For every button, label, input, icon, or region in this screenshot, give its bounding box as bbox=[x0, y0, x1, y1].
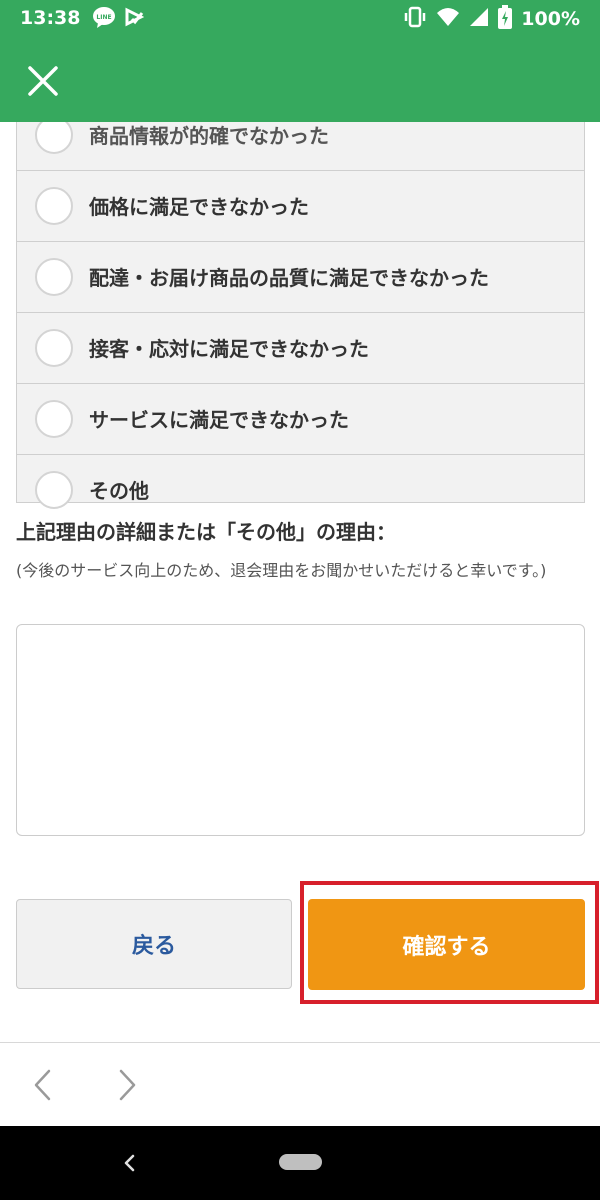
option-label: 商品情報が的確でなかった bbox=[89, 124, 329, 148]
radio-button[interactable] bbox=[35, 122, 73, 154]
option-label: 配達・お届け商品の品質に満足できなかった bbox=[89, 266, 489, 290]
close-button[interactable] bbox=[24, 62, 62, 100]
reason-options-list: 商品情報が的確でなかった 価格に満足できなかった 配達・お届け商品の品質に満足で… bbox=[16, 122, 585, 509]
back-button[interactable]: 戻る bbox=[16, 899, 292, 989]
system-nav-bar bbox=[0, 1126, 600, 1200]
detail-note: (今後のサービス向上のため、退会理由をお聞かせいただけると幸いです。) bbox=[16, 561, 547, 580]
system-icons: 100% bbox=[403, 5, 580, 33]
detail-heading: 上記理由の詳細または「その他」の理由： bbox=[16, 520, 396, 544]
reason-textarea[interactable] bbox=[16, 624, 585, 836]
option-label: サービスに満足できなかった bbox=[89, 408, 349, 432]
nav-back-button[interactable] bbox=[120, 1152, 140, 1174]
browser-forward-button[interactable] bbox=[112, 1067, 142, 1103]
vibrate-icon bbox=[403, 6, 427, 32]
option-item[interactable]: サービスに満足できなかった bbox=[17, 384, 584, 455]
app-header bbox=[0, 38, 600, 122]
close-icon bbox=[28, 66, 58, 96]
browser-toolbar bbox=[0, 1042, 600, 1126]
option-label: 価格に満足できなかった bbox=[89, 195, 309, 219]
chevron-left-icon bbox=[34, 1069, 51, 1101]
confirm-button[interactable]: 確認する bbox=[308, 899, 585, 990]
radio-button[interactable] bbox=[35, 400, 73, 438]
option-item[interactable]: 配達・お届け商品の品質に満足できなかった bbox=[17, 242, 584, 313]
page-content: 商品情報が的確でなかった 価格に満足できなかった 配達・お届け商品の品質に満足で… bbox=[0, 122, 600, 1042]
tick-icon bbox=[124, 7, 145, 31]
option-item[interactable]: 接客・応対に満足できなかった bbox=[17, 313, 584, 384]
radio-button[interactable] bbox=[35, 187, 73, 225]
option-label: その他 bbox=[89, 479, 149, 503]
chevron-right-icon bbox=[119, 1069, 136, 1101]
status-time: 13:38 bbox=[20, 7, 81, 29]
signal-icon bbox=[469, 6, 489, 32]
svg-text:LINE: LINE bbox=[96, 14, 111, 21]
radio-button[interactable] bbox=[35, 471, 73, 509]
line-icon: LINE bbox=[92, 6, 116, 32]
battery-icon bbox=[498, 5, 513, 33]
status-bar: 13:38 LINE 100% bbox=[0, 0, 600, 38]
browser-back-button[interactable] bbox=[28, 1067, 58, 1103]
option-label: 接客・応対に満足できなかった bbox=[89, 337, 369, 361]
wifi-icon bbox=[436, 6, 460, 32]
radio-button[interactable] bbox=[35, 258, 73, 296]
battery-percent: 100% bbox=[521, 8, 580, 30]
nav-back-icon bbox=[124, 1154, 135, 1172]
radio-button[interactable] bbox=[35, 329, 73, 367]
option-item[interactable]: 価格に満足できなかった bbox=[17, 171, 584, 242]
option-item[interactable]: 商品情報が的確でなかった bbox=[17, 122, 584, 171]
home-pill-icon[interactable] bbox=[279, 1154, 322, 1170]
notification-icons: LINE bbox=[92, 6, 145, 32]
